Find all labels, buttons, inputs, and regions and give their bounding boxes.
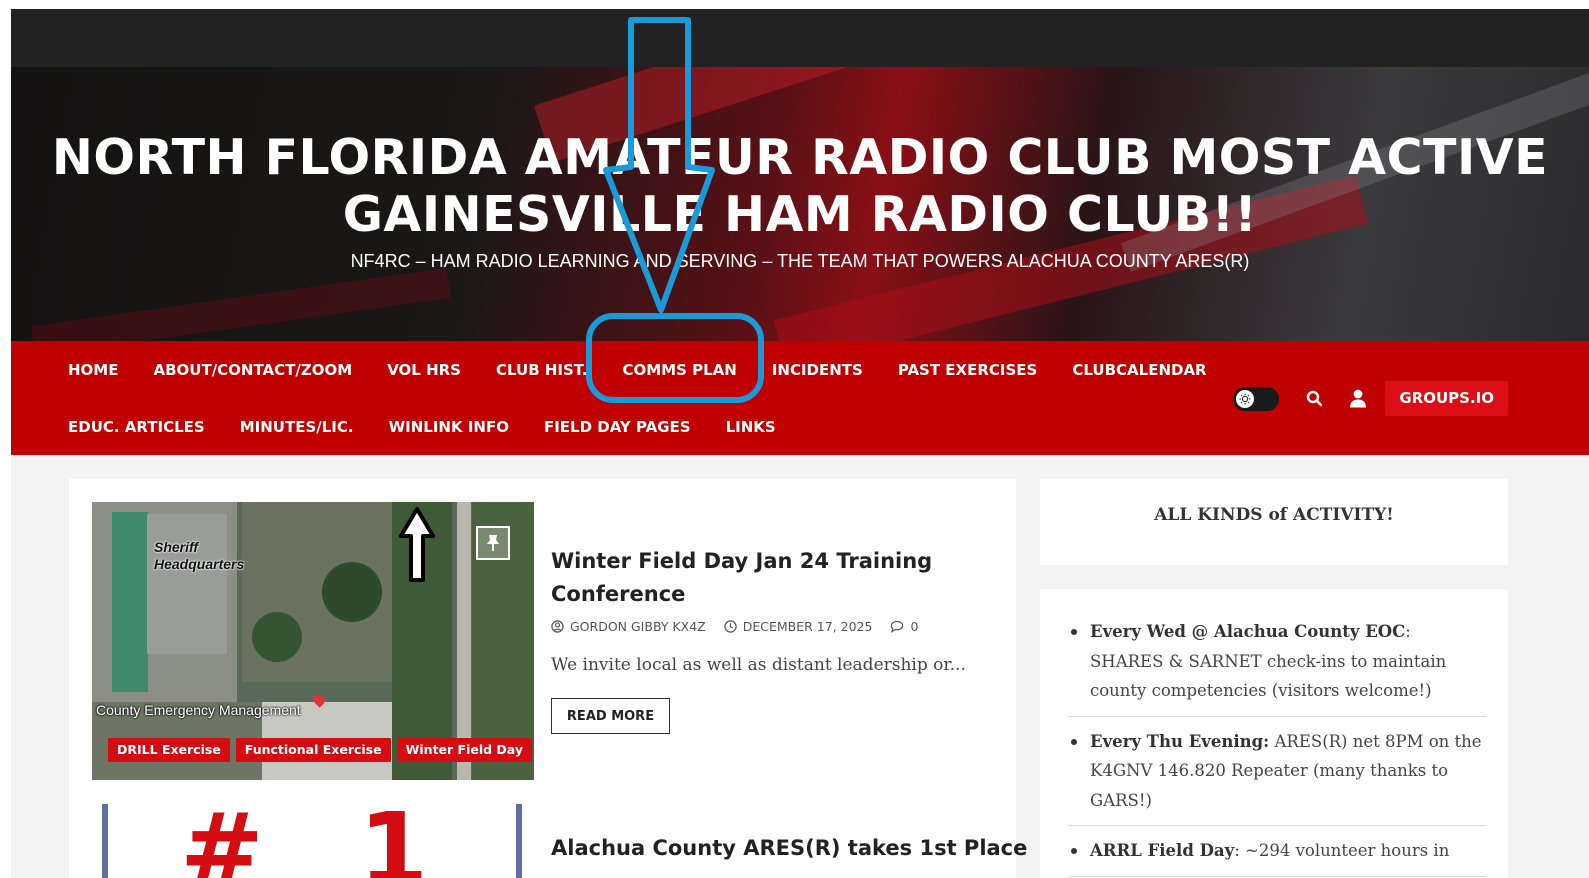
site-tagline: NF4RC – HAM RADIO LEARNING AND SERVING –… <box>350 251 1250 271</box>
activity-heading: Every Thu Evening: <box>1090 731 1270 751</box>
first-place-graphic: # 1 <box>180 804 459 878</box>
sticky-pin-icon[interactable] <box>476 526 510 560</box>
map-up-arrow-icon <box>399 507 435 582</box>
user-icon[interactable] <box>1345 386 1371 412</box>
theme-toggle-icon <box>1236 389 1255 408</box>
site-header: NORTH FLORIDA AMATEUR RADIO CLUB MOST AC… <box>11 67 1589 341</box>
tag-functional-exercise[interactable]: Functional Exercise <box>235 738 391 762</box>
activity-heading: Every Wed @ Alachua County EOC <box>1090 622 1406 641</box>
search-icon[interactable] <box>1301 386 1327 412</box>
nav-item-field-day-pages[interactable]: FIELD DAY PAGES <box>544 416 691 438</box>
tag-drill-exercise[interactable]: DRILL Exercise <box>108 738 230 762</box>
map-building <box>112 512 148 692</box>
top-bar <box>11 9 1589 67</box>
activity-list: Every Wed @ Alachua County EOC: SHARES &… <box>1068 617 1486 878</box>
nav-item-clubcalendar[interactable]: CLUBCALENDAR <box>1072 359 1206 381</box>
nav-item-minutes-lic[interactable]: MINUTES/LIC. <box>240 416 354 438</box>
nav-item-educ-articles[interactable]: EDUC. ARTICLES <box>68 416 205 438</box>
post-title[interactable]: Alachua County ARES(R) takes 1st Place <box>551 832 1027 865</box>
post-thumbnail[interactable]: Sheriff Headquarters County Emergency Ma… <box>92 502 534 780</box>
author-icon <box>551 620 564 633</box>
theme-toggle[interactable] <box>1233 386 1280 411</box>
main-navigation: HOME ABOUT/CONTACT/ZOOM VOL HRS CLUB HIS… <box>11 341 1589 455</box>
nav-item-vol-hrs[interactable]: VOL HRS <box>387 359 461 381</box>
groups-io-button[interactable]: GROUPS.IO <box>1385 381 1508 416</box>
sidebar-title: ALL KINDS of ACTIVITY! <box>1154 505 1394 525</box>
post-title[interactable]: Winter Field Day Jan 24 Training Confere… <box>551 545 981 611</box>
thumbnail-border <box>102 804 108 878</box>
nav-item-links[interactable]: LINKS <box>726 416 776 438</box>
read-more-button[interactable]: READ MORE <box>551 698 670 734</box>
post-excerpt: We invite local as well as distant leade… <box>551 655 966 675</box>
post-thumbnail[interactable]: # 1 <box>102 804 522 878</box>
list-item: Every Wed @ Alachua County EOC: SHARES &… <box>1068 617 1486 717</box>
post-date[interactable]: DECEMBER 17, 2025 <box>743 619 873 634</box>
nav-row-secondary: EDUC. ARTICLES MINUTES/LIC. WINLINK INFO… <box>68 416 776 438</box>
post-comment-count[interactable]: 0 <box>910 619 918 634</box>
map-label-county-em: County Emergency Management <box>96 702 301 718</box>
comment-icon <box>890 620 904 633</box>
map-building <box>147 514 227 654</box>
post-tags: DRILL Exercise Functional Exercise Winte… <box>108 738 533 762</box>
post-author[interactable]: GORDON GIBBY KX4Z <box>570 619 706 634</box>
activity-heading: ARRL Field Day <box>1090 841 1235 860</box>
map-tree <box>322 562 382 622</box>
nav-row-primary: HOME ABOUT/CONTACT/ZOOM VOL HRS CLUB HIS… <box>68 359 1207 381</box>
nav-item-club-hist[interactable]: CLUB HIST. <box>496 359 587 381</box>
thumbnail-border <box>516 804 522 878</box>
tag-winter-field-day[interactable]: Winter Field Day <box>396 738 533 762</box>
clock-icon <box>724 620 737 633</box>
map-tree <box>252 612 302 662</box>
nav-item-past-exercises[interactable]: PAST EXERCISES <box>898 359 1038 381</box>
nav-tools: GROUPS.IO <box>1233 381 1508 416</box>
sidebar-title-card: ALL KINDS of ACTIVITY! <box>1040 479 1508 565</box>
sidebar-activity-card: Every Wed @ Alachua County EOC: SHARES &… <box>1040 589 1508 878</box>
header-background-streak <box>30 267 452 341</box>
map-label-sheriff: Sheriff Headquarters <box>154 539 245 572</box>
site-title[interactable]: NORTH FLORIDA AMATEUR RADIO CLUB MOST AC… <box>11 129 1589 243</box>
nav-item-about-contact-zoom[interactable]: ABOUT/CONTACT/ZOOM <box>153 359 352 381</box>
list-item: Every Thu Evening: ARES(R) net 8PM on th… <box>1068 727 1486 826</box>
activity-text: : ~294 volunteer hours in <box>1234 841 1450 860</box>
nav-item-comms-plan[interactable]: COMMS PLAN <box>622 359 736 381</box>
post-meta: GORDON GIBBY KX4Z DECEMBER 17, 2025 0 <box>551 619 918 634</box>
nav-item-home[interactable]: HOME <box>68 359 118 381</box>
list-item: ARRL Field Day: ~294 volunteer hours in <box>1068 836 1486 877</box>
nav-item-incidents[interactable]: INCIDENTS <box>772 359 863 381</box>
nav-item-winlink-info[interactable]: WINLINK INFO <box>389 416 509 438</box>
